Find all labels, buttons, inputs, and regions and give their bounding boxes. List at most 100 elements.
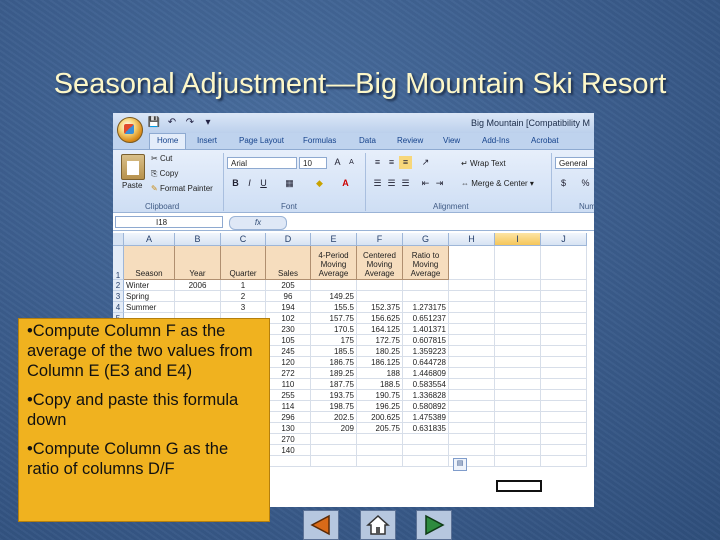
table-cell[interactable]: 1.446809 bbox=[403, 368, 449, 379]
decrease-indent-icon[interactable]: ⇤ bbox=[419, 177, 432, 190]
table-cell[interactable]: 152.375 bbox=[357, 302, 403, 313]
table-cell[interactable]: 205 bbox=[266, 280, 311, 291]
table-cell[interactable] bbox=[541, 445, 587, 456]
table-cell[interactable] bbox=[357, 456, 403, 467]
table-cell[interactable] bbox=[449, 280, 495, 291]
row-header[interactable]: 1 bbox=[113, 246, 124, 280]
table-cell[interactable] bbox=[449, 390, 495, 401]
table-cell[interactable]: 296 bbox=[266, 412, 311, 423]
table-cell[interactable]: Winter bbox=[124, 280, 175, 291]
column-header-D[interactable]: D bbox=[266, 233, 311, 246]
font-color-icon[interactable]: A bbox=[339, 177, 352, 190]
empty-cell[interactable] bbox=[495, 246, 541, 280]
table-cell[interactable]: 272 bbox=[266, 368, 311, 379]
paste-options-icon[interactable]: ▤ bbox=[453, 458, 467, 471]
table-cell[interactable] bbox=[449, 357, 495, 368]
redo-icon[interactable]: ↷ bbox=[183, 116, 197, 129]
table-cell[interactable] bbox=[541, 291, 587, 302]
column-title-cell[interactable]: Quarter bbox=[221, 246, 266, 280]
table-cell[interactable] bbox=[449, 302, 495, 313]
table-cell[interactable] bbox=[541, 280, 587, 291]
table-cell[interactable]: Summer bbox=[124, 302, 175, 313]
table-cell[interactable]: 270 bbox=[266, 434, 311, 445]
align-top-icon[interactable]: ≡ bbox=[371, 156, 384, 169]
table-cell[interactable]: 3 bbox=[221, 302, 266, 313]
table-cell[interactable] bbox=[495, 390, 541, 401]
align-left-icon[interactable]: ☰ bbox=[371, 177, 384, 190]
table-cell[interactable] bbox=[266, 456, 311, 467]
table-cell[interactable] bbox=[449, 445, 495, 456]
table-cell[interactable]: 245 bbox=[266, 346, 311, 357]
tab-acrobat[interactable]: Acrobat bbox=[531, 136, 559, 145]
table-cell[interactable] bbox=[541, 324, 587, 335]
table-cell[interactable] bbox=[541, 401, 587, 412]
borders-icon[interactable]: ▦ bbox=[283, 177, 296, 190]
format-painter-button[interactable]: ✎ Format Painter bbox=[151, 184, 213, 193]
table-cell[interactable] bbox=[495, 313, 541, 324]
table-cell[interactable] bbox=[495, 456, 541, 467]
office-button[interactable] bbox=[117, 117, 143, 143]
tab-view[interactable]: View bbox=[443, 136, 460, 145]
table-cell[interactable] bbox=[541, 434, 587, 445]
home-button[interactable] bbox=[360, 510, 396, 540]
shrink-font-icon[interactable]: A bbox=[345, 156, 358, 169]
table-cell[interactable] bbox=[311, 434, 357, 445]
table-cell[interactable] bbox=[541, 357, 587, 368]
align-bottom-icon[interactable]: ≡ bbox=[399, 156, 412, 169]
table-cell[interactable] bbox=[541, 412, 587, 423]
table-cell[interactable]: 0.651237 bbox=[403, 313, 449, 324]
table-cell[interactable]: 180.25 bbox=[357, 346, 403, 357]
table-cell[interactable]: 190.75 bbox=[357, 390, 403, 401]
table-cell[interactable]: 0.644728 bbox=[403, 357, 449, 368]
table-cell[interactable] bbox=[541, 346, 587, 357]
row-header[interactable]: 2 bbox=[113, 280, 124, 291]
table-cell[interactable] bbox=[495, 335, 541, 346]
table-cell[interactable]: 0.631835 bbox=[403, 423, 449, 434]
table-cell[interactable]: 114 bbox=[266, 401, 311, 412]
table-cell[interactable] bbox=[541, 313, 587, 324]
table-cell[interactable]: 194 bbox=[266, 302, 311, 313]
table-cell[interactable] bbox=[403, 291, 449, 302]
table-cell[interactable]: 202.5 bbox=[311, 412, 357, 423]
orientation-icon[interactable]: ↗ bbox=[419, 156, 432, 169]
table-cell[interactable]: 130 bbox=[266, 423, 311, 434]
table-cell[interactable]: 200.625 bbox=[357, 412, 403, 423]
wrap-text-button[interactable]: ↵ Wrap Text bbox=[461, 159, 506, 168]
tab-page-layout[interactable]: Page Layout bbox=[239, 136, 284, 145]
table-cell[interactable] bbox=[541, 390, 587, 401]
table-cell[interactable] bbox=[449, 379, 495, 390]
italic-button[interactable]: I bbox=[243, 177, 256, 190]
column-header-G[interactable]: G bbox=[403, 233, 449, 246]
table-cell[interactable]: 120 bbox=[266, 357, 311, 368]
column-title-cell[interactable]: Year bbox=[175, 246, 221, 280]
table-cell[interactable]: 156.625 bbox=[357, 313, 403, 324]
underline-button[interactable]: U bbox=[257, 177, 270, 190]
empty-cell[interactable] bbox=[449, 246, 495, 280]
table-cell[interactable] bbox=[495, 324, 541, 335]
align-middle-icon[interactable]: ≡ bbox=[385, 156, 398, 169]
column-title-cell[interactable]: Sales bbox=[266, 246, 311, 280]
table-cell[interactable]: 155.5 bbox=[311, 302, 357, 313]
fx-button[interactable]: fx bbox=[229, 216, 287, 230]
column-header-J[interactable]: J bbox=[541, 233, 587, 246]
customize-qat-icon[interactable]: ▾ bbox=[201, 116, 215, 129]
back-button[interactable] bbox=[303, 510, 339, 540]
table-cell[interactable]: 0.607815 bbox=[403, 335, 449, 346]
table-cell[interactable] bbox=[449, 368, 495, 379]
fill-color-icon[interactable]: ◆ bbox=[313, 177, 326, 190]
table-cell[interactable]: 185.5 bbox=[311, 346, 357, 357]
column-title-cell[interactable]: 4-Period Moving Average bbox=[311, 246, 357, 280]
column-header-C[interactable]: C bbox=[221, 233, 266, 246]
table-cell[interactable]: 0.583554 bbox=[403, 379, 449, 390]
table-cell[interactable]: 255 bbox=[266, 390, 311, 401]
table-cell[interactable] bbox=[357, 280, 403, 291]
table-cell[interactable]: 188.5 bbox=[357, 379, 403, 390]
table-cell[interactable]: 172.75 bbox=[357, 335, 403, 346]
table-cell[interactable]: 1.273175 bbox=[403, 302, 449, 313]
table-cell[interactable] bbox=[495, 368, 541, 379]
table-cell[interactable] bbox=[495, 346, 541, 357]
table-cell[interactable] bbox=[357, 434, 403, 445]
table-cell[interactable] bbox=[403, 456, 449, 467]
percent-button[interactable]: % bbox=[579, 177, 592, 190]
column-header-F[interactable]: F bbox=[357, 233, 403, 246]
